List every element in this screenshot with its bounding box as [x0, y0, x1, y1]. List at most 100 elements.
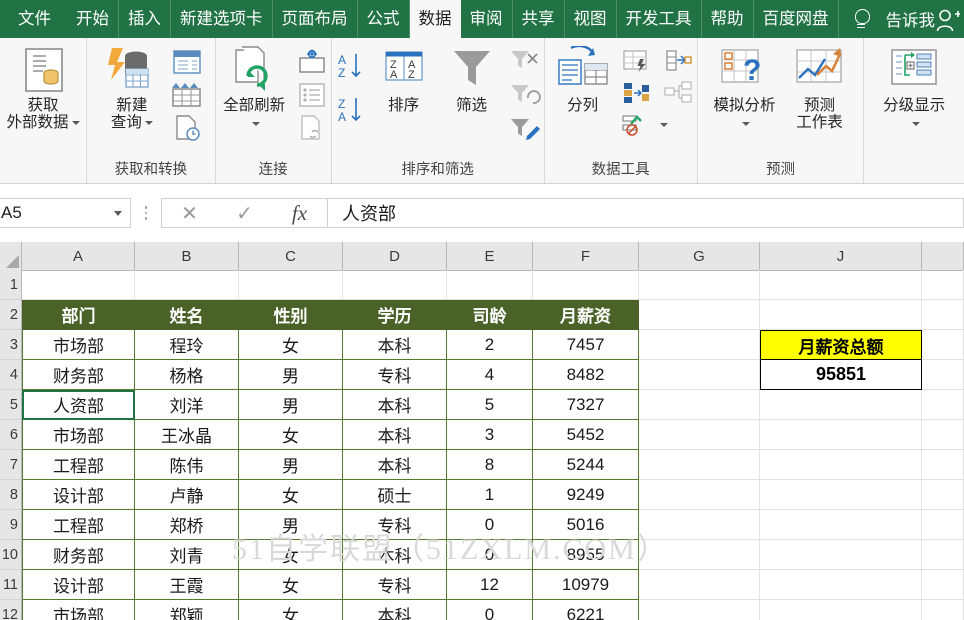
cell-D8[interactable]: 硕士 — [343, 480, 447, 510]
account-person-icon[interactable] — [934, 7, 960, 33]
cell-F7[interactable]: 5244 — [533, 450, 639, 480]
cell-F3[interactable]: 7457 — [533, 330, 639, 360]
cell-A12[interactable]: 市场部 — [22, 600, 135, 620]
chevron-down-icon[interactable] — [659, 123, 668, 127]
ribbon-tab-file[interactable]: 文件 — [0, 0, 67, 38]
cell-E10[interactable]: 0 — [447, 540, 533, 570]
filter-button[interactable]: 筛选 — [438, 44, 506, 116]
chevron-down-icon[interactable] — [144, 121, 153, 126]
cell-C7[interactable]: 男 — [239, 450, 343, 480]
column-header-A[interactable]: A — [22, 242, 135, 270]
cell-X12[interactable] — [922, 600, 964, 620]
consolidate-button[interactable] — [619, 111, 653, 139]
cell-J5[interactable] — [760, 390, 922, 420]
cell-J8[interactable] — [760, 480, 922, 510]
get-external-data-button[interactable]: 获取 外部数据 — [0, 44, 88, 134]
cell-X9[interactable] — [922, 510, 964, 540]
cell-B5[interactable]: 刘洋 — [135, 390, 239, 420]
cell-D10[interactable]: 本科 — [343, 540, 447, 570]
cell-E5[interactable]: 5 — [447, 390, 533, 420]
table-header-司龄[interactable]: 司龄 — [447, 300, 533, 330]
cell-E8[interactable]: 1 — [447, 480, 533, 510]
cell-F11[interactable]: 10979 — [533, 570, 639, 600]
cell-C5[interactable]: 男 — [239, 390, 343, 420]
cell-B3[interactable]: 程玲 — [135, 330, 239, 360]
clear-filter-button[interactable] — [506, 47, 544, 75]
column-header-E[interactable]: E — [447, 242, 533, 270]
cell-C11[interactable]: 女 — [239, 570, 343, 600]
cell-X10[interactable] — [922, 540, 964, 570]
cell-X4[interactable] — [922, 360, 964, 390]
cell-C10[interactable]: 女 — [239, 540, 343, 570]
row-header-5[interactable]: 5 — [0, 390, 22, 420]
summary-value[interactable]: 95851 — [760, 360, 922, 390]
column-header-G[interactable]: G — [639, 242, 760, 270]
cell-X8[interactable] — [922, 480, 964, 510]
row-header-2[interactable]: 2 — [0, 300, 22, 330]
cell-X6[interactable] — [922, 420, 964, 450]
cell-A3[interactable]: 市场部 — [22, 330, 135, 360]
ribbon-tab-help[interactable]: 帮助 — [702, 0, 754, 38]
chevron-down-icon[interactable] — [71, 121, 80, 126]
cell-D6[interactable]: 本科 — [343, 420, 447, 450]
cell-F9[interactable]: 5016 — [533, 510, 639, 540]
cell-B10[interactable]: 刘青 — [135, 540, 239, 570]
cell-G6[interactable] — [639, 420, 760, 450]
data-validation-button[interactable] — [661, 47, 695, 75]
cell-J7[interactable] — [760, 450, 922, 480]
cell-A5[interactable]: 人资部 — [22, 390, 135, 420]
cell-B7[interactable]: 陈伟 — [135, 450, 239, 480]
relationships-button[interactable] — [661, 79, 695, 107]
cell-G8[interactable] — [639, 480, 760, 510]
cell-F10[interactable]: 8955 — [533, 540, 639, 570]
cell-E4[interactable]: 4 — [447, 360, 533, 390]
name-box[interactable]: A5 — [0, 198, 131, 228]
column-header-C[interactable]: C — [239, 242, 343, 270]
new-query-button[interactable]: 新建 查询 — [96, 44, 168, 134]
cell-B1[interactable] — [135, 270, 239, 300]
cell-D12[interactable]: 本科 — [343, 600, 447, 620]
cell-G10[interactable] — [639, 540, 760, 570]
table-header-月薪资[interactable]: 月薪资 — [533, 300, 639, 330]
cell-C3[interactable]: 女 — [239, 330, 343, 360]
column-header-D[interactable]: D — [343, 242, 447, 270]
cell-B11[interactable]: 王霞 — [135, 570, 239, 600]
cell-J2[interactable] — [760, 300, 922, 330]
cell-F8[interactable]: 9249 — [533, 480, 639, 510]
cell-X5[interactable] — [922, 390, 964, 420]
row-header-7[interactable]: 7 — [0, 450, 22, 480]
cell-B9[interactable]: 郑桥 — [135, 510, 239, 540]
chevron-down-icon[interactable] — [911, 122, 920, 127]
reapply-filter-button[interactable] — [506, 81, 544, 109]
cell-A11[interactable]: 设计部 — [22, 570, 135, 600]
cell-G11[interactable] — [639, 570, 760, 600]
cell-X7[interactable] — [922, 450, 964, 480]
row-header-3[interactable]: 3 — [0, 330, 22, 360]
column-header-B[interactable]: B — [135, 242, 239, 270]
sort-button[interactable]: Z A A Z 排序 — [370, 44, 438, 116]
ribbon-tab-formulas[interactable]: 公式 — [358, 0, 410, 38]
show-queries-button[interactable] — [168, 47, 206, 77]
cell-A10[interactable]: 财务部 — [22, 540, 135, 570]
flash-fill-button[interactable] — [619, 47, 653, 75]
ribbon-tab-data[interactable]: 数据 — [409, 0, 461, 38]
cell-A1[interactable] — [22, 270, 135, 300]
cell-F4[interactable]: 8482 — [533, 360, 639, 390]
cell-D4[interactable]: 专科 — [343, 360, 447, 390]
cell-B4[interactable]: 杨格 — [135, 360, 239, 390]
cell-D3[interactable]: 本科 — [343, 330, 447, 360]
cell-E6[interactable]: 3 — [447, 420, 533, 450]
table-header-姓名[interactable]: 姓名 — [135, 300, 239, 330]
cell-J1[interactable] — [760, 270, 922, 300]
cell-C8[interactable]: 女 — [239, 480, 343, 510]
cell-J6[interactable] — [760, 420, 922, 450]
row-header-4[interactable]: 4 — [0, 360, 22, 390]
cell-E1[interactable] — [447, 270, 533, 300]
cell-G12[interactable] — [639, 600, 760, 620]
cell-D11[interactable]: 专科 — [343, 570, 447, 600]
advanced-filter-button[interactable] — [506, 115, 544, 143]
row-header-11[interactable]: 11 — [0, 570, 22, 600]
column-header-F[interactable]: F — [533, 242, 639, 270]
cell-B6[interactable]: 王冰晶 — [135, 420, 239, 450]
ribbon-tab-review[interactable]: 审阅 — [461, 0, 513, 38]
